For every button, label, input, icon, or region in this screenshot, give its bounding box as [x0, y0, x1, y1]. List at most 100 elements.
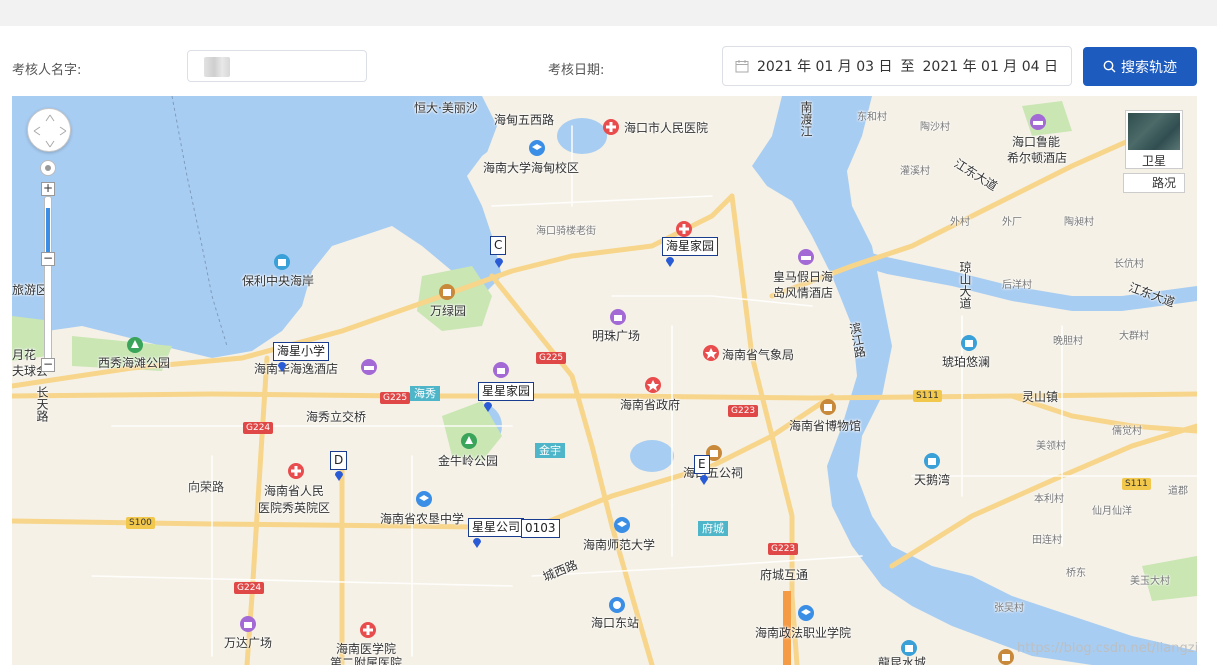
- satellite-thumbnail: [1128, 113, 1180, 150]
- marker-label-0103[interactable]: 0103: [521, 519, 560, 538]
- poi-label: 南渡江: [799, 101, 813, 137]
- marker-label-d[interactable]: D: [330, 451, 348, 470]
- landmark-icon: [274, 254, 290, 270]
- poi-label: 海口东站: [591, 616, 640, 630]
- poi-label: 旅游区: [12, 283, 49, 297]
- date-separator: 至: [900, 59, 915, 75]
- search-track-button[interactable]: 搜索轨迹: [1083, 47, 1197, 86]
- poi-label: 海口五公祠: [683, 466, 744, 480]
- poi-label: 陶昶村: [1064, 217, 1094, 228]
- date-end[interactable]: 2021 年 01 月 04 日: [923, 56, 1059, 76]
- map-pin-icon[interactable]: [700, 475, 708, 485]
- assessor-name-label: 考核人名字:: [12, 63, 82, 78]
- map-pin-icon[interactable]: [495, 258, 503, 268]
- hospital-icon: [676, 221, 692, 237]
- poi-label: 金牛岭公园: [438, 454, 499, 468]
- top-bar: [0, 0, 1217, 26]
- marker-label-xingxing-gongsi[interactable]: 星星公司: [468, 518, 525, 537]
- pan-control[interactable]: [27, 108, 71, 152]
- map-pin-icon[interactable]: [278, 362, 286, 372]
- poi-label: 海南省政府: [620, 398, 681, 412]
- locate-icon: [45, 165, 51, 171]
- poi-label: 海南大学海甸校区: [483, 161, 580, 175]
- poi-label: 天鹅湾: [914, 473, 951, 487]
- poi-label: 灌溪村: [900, 166, 930, 177]
- watermark: https://blog.csdn.net/liangzixx: [1017, 641, 1197, 656]
- hotel-icon: [798, 249, 814, 265]
- district-tag: 府城: [698, 521, 728, 536]
- traffic-toggle[interactable]: 路况: [1123, 173, 1185, 193]
- map-view[interactable]: 恒大·美丽沙 海甸五西路 海口市人民医院 海南大学海甸校区 海口骑楼老街 海口鲁…: [12, 96, 1197, 665]
- calendar-icon: [735, 60, 749, 73]
- poi-label: 保利中央海岸: [242, 274, 315, 288]
- marker-label-xingxing-jiayuan[interactable]: 星星家园: [478, 382, 535, 401]
- poi-label: 张吴村: [994, 603, 1024, 614]
- park-icon: [461, 433, 477, 449]
- map-pin-icon[interactable]: [484, 402, 492, 412]
- assessor-name-input[interactable]: [187, 50, 367, 82]
- district-tag: 金宇: [535, 443, 565, 458]
- search-button-label: 搜索轨迹: [1121, 59, 1177, 76]
- museum-icon: [820, 399, 836, 415]
- residence-icon: [901, 640, 917, 656]
- government-icon: [703, 345, 719, 361]
- date-start[interactable]: 2021 年 01 月 03 日: [757, 56, 893, 76]
- poi-label: 希尔顿酒店: [1007, 151, 1068, 165]
- poi-label: 海口鲁能: [1012, 135, 1061, 149]
- park-icon: [439, 284, 455, 300]
- hospital-icon: [360, 622, 376, 638]
- poi-label: 府城互通: [760, 568, 809, 582]
- landmark-icon: [998, 649, 1014, 665]
- shopping-icon: [240, 616, 256, 632]
- zoom-handle[interactable]: −: [41, 252, 55, 266]
- school-icon: [416, 491, 432, 507]
- poi-label: 东和村: [857, 112, 887, 123]
- poi-label: 海口市人民医院: [624, 121, 709, 135]
- poi-label: 西秀海滩公园: [98, 356, 171, 370]
- shopping-icon: [493, 362, 509, 378]
- poi-label: 儒觉村: [1112, 426, 1142, 437]
- zoom-out-button[interactable]: −: [41, 358, 55, 372]
- poi-label: 长天路: [35, 386, 49, 422]
- hospital-icon: [288, 463, 304, 479]
- highway-badge-s100: S100: [126, 517, 155, 529]
- poi-label: 本利村: [1034, 494, 1064, 505]
- poi-label: 皇马假日海: [773, 270, 834, 284]
- marker-label-haixing-jiayuan[interactable]: 海星家园: [662, 237, 719, 256]
- pan-arrows-icon: [33, 114, 67, 148]
- poi-label: 万达广场: [224, 636, 273, 650]
- poi-label: 向荣路: [188, 480, 225, 494]
- locate-button[interactable]: [40, 160, 56, 176]
- poi-label: 海南师范大学: [583, 538, 656, 552]
- marker-label-e[interactable]: E: [694, 455, 710, 474]
- poi-label: 医院秀英院区: [258, 501, 331, 515]
- map-pin-icon[interactable]: [473, 538, 481, 548]
- train-station-icon: [609, 597, 625, 613]
- zoom-in-button[interactable]: +: [41, 182, 55, 196]
- poi-label: 海南省博物馆: [789, 419, 862, 433]
- poi-label: 后洋村: [1002, 280, 1032, 291]
- highway-badge-g225: G225: [380, 392, 411, 404]
- satellite-label: 卫星: [1141, 154, 1166, 168]
- poi-label: 晚胆村: [1053, 336, 1083, 347]
- map-pin-icon[interactable]: [335, 471, 343, 481]
- satellite-toggle[interactable]: 卫星: [1125, 110, 1183, 169]
- highway-badge-g223: G223: [728, 405, 759, 417]
- residence-icon: [961, 335, 977, 351]
- marker-label-c[interactable]: C: [490, 236, 507, 255]
- poi-label: 外厂: [1002, 217, 1022, 228]
- poi-label: 灵山镇: [1022, 390, 1059, 404]
- district-tag: 海秀: [410, 386, 440, 401]
- school-icon: [529, 140, 545, 156]
- poi-label: 万绿园: [430, 304, 467, 318]
- map-pin-icon[interactable]: [666, 257, 674, 267]
- date-range-picker[interactable]: 2021 年 01 月 03 日 至 2021 年 01 月 04 日: [722, 46, 1072, 86]
- poi-label: 月花: [12, 348, 37, 362]
- poi-label: 桥东: [1066, 568, 1086, 579]
- marker-label-haixing-xiaoxue[interactable]: 海星小学: [273, 342, 330, 361]
- poi-label: 岛风情酒店: [773, 286, 834, 300]
- poi-label: 海南省气象局: [722, 348, 795, 362]
- poi-label: 美玉大村: [1130, 576, 1170, 587]
- poi-label: 琥珀悠澜: [942, 355, 991, 369]
- school-icon: [798, 605, 814, 621]
